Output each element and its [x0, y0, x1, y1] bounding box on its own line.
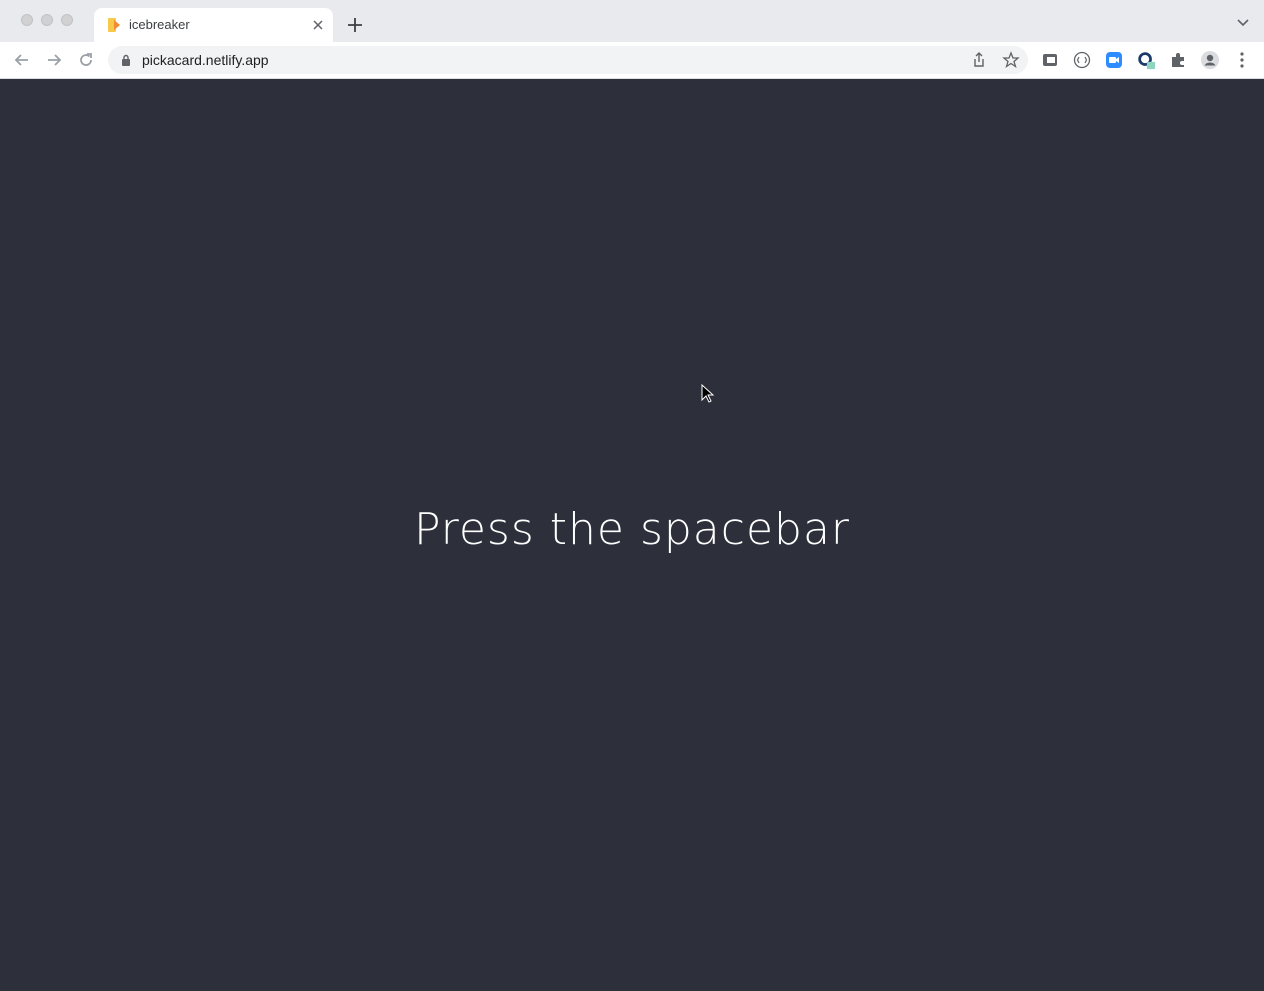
- tab-title: icebreaker: [129, 17, 190, 32]
- profile-icon[interactable]: [1200, 50, 1220, 70]
- minimize-window-button[interactable]: [41, 14, 53, 26]
- menu-icon[interactable]: [1232, 50, 1252, 70]
- url-text: pickacard.netlify.app: [142, 52, 269, 68]
- extensions-puzzle-icon[interactable]: [1168, 50, 1188, 70]
- mouse-cursor-icon: [701, 384, 715, 403]
- browser-toolbar: pickacard.netlify.app: [0, 42, 1264, 79]
- new-tab-icon[interactable]: [345, 15, 365, 35]
- share-icon[interactable]: [970, 51, 988, 69]
- extension-icon[interactable]: [1040, 50, 1060, 70]
- tab-strip: icebreaker: [0, 0, 1264, 42]
- address-bar[interactable]: pickacard.netlify.app: [108, 46, 1028, 74]
- back-icon[interactable]: [12, 50, 32, 70]
- extension-icon[interactable]: [1072, 50, 1092, 70]
- tab-search-icon[interactable]: [1236, 17, 1250, 29]
- reload-icon[interactable]: [76, 50, 96, 70]
- forward-icon[interactable]: [44, 50, 64, 70]
- close-tab-icon[interactable]: [309, 16, 327, 34]
- zoom-window-button[interactable]: [61, 14, 73, 26]
- instruction-text: Press the spacebar: [413, 504, 851, 555]
- page-content[interactable]: Press the spacebar: [0, 79, 1264, 991]
- video-call-icon[interactable]: [1104, 50, 1124, 70]
- extension-icon[interactable]: [1136, 50, 1156, 70]
- close-window-button[interactable]: [21, 14, 33, 26]
- favicon-icon: [108, 18, 120, 32]
- lock-icon: [122, 54, 130, 66]
- star-icon[interactable]: [1002, 51, 1020, 69]
- active-tab[interactable]: icebreaker: [94, 8, 333, 42]
